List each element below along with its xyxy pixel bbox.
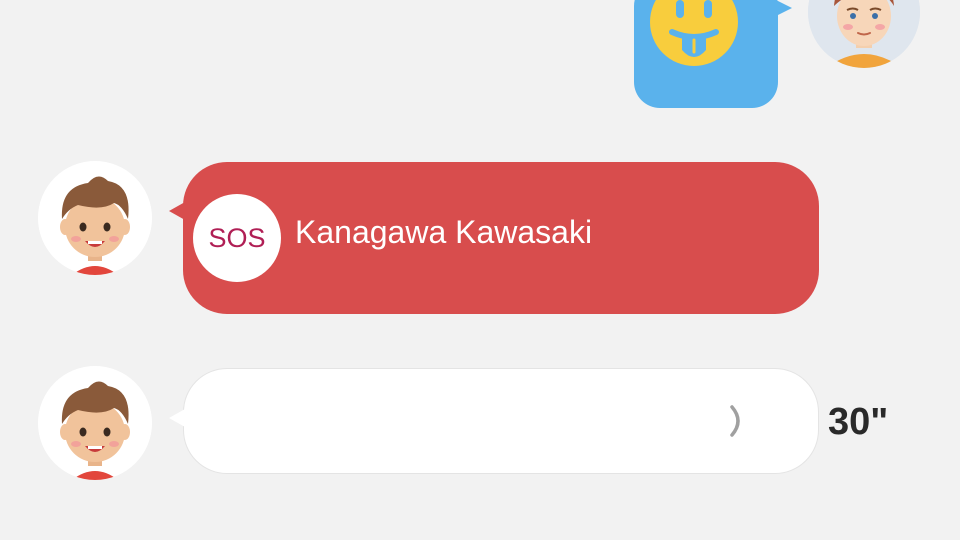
voice-duration-label: 30" xyxy=(828,401,889,443)
chat-thread: SOS Kanagawa Kawasaki 30" xyxy=(0,0,960,540)
sos-badge: SOS xyxy=(193,194,281,282)
child-avatar-icon xyxy=(38,161,152,275)
bubble-tail xyxy=(776,0,792,16)
sos-location-text: Kanagawa Kawasaki xyxy=(295,214,593,250)
parent-avatar[interactable] xyxy=(808,0,920,68)
voice-message-bubble[interactable] xyxy=(169,368,819,474)
sound-wave-icon xyxy=(730,405,740,437)
bubble-tail xyxy=(169,202,185,220)
child-avatar-icon xyxy=(38,366,152,480)
bubble-tail xyxy=(169,409,185,427)
parent-avatar-icon xyxy=(808,0,920,68)
child-avatar[interactable] xyxy=(38,366,152,480)
sos-message-bubble[interactable]: SOS Kanagawa Kawasaki xyxy=(169,162,819,314)
sticker-message-bubble[interactable] xyxy=(634,0,792,108)
child-avatar[interactable] xyxy=(38,161,152,275)
tongue-out-smiley-icon xyxy=(650,0,738,66)
